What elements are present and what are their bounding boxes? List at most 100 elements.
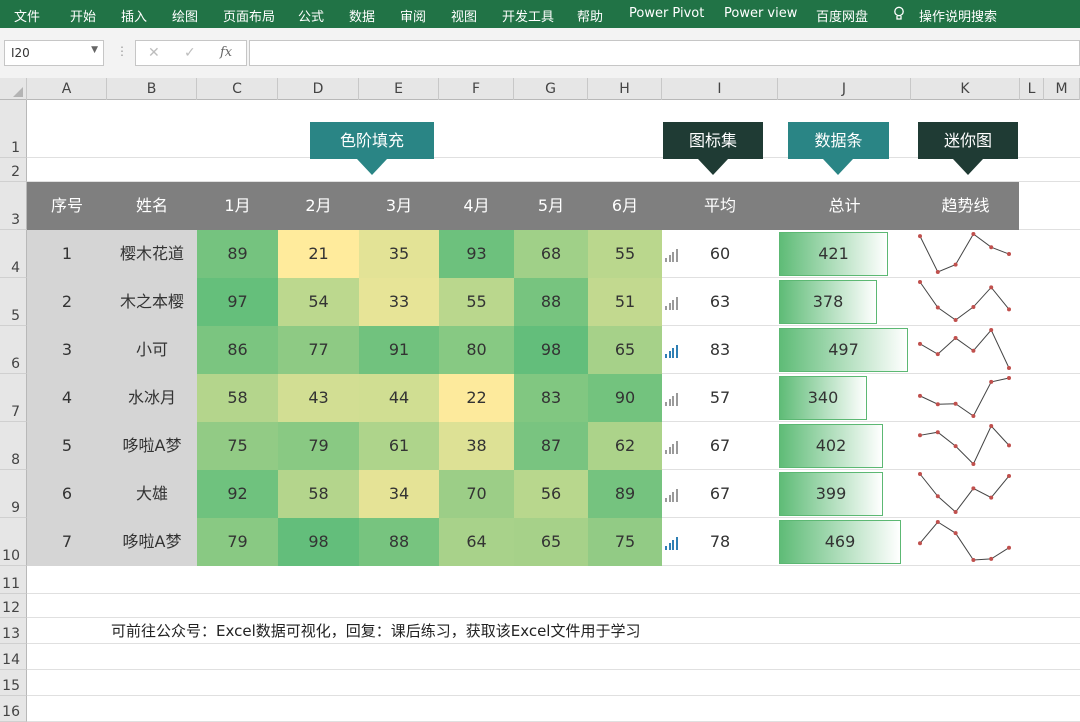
header-cell[interactable]: 趋势线 [911, 182, 1020, 230]
cell-month-score[interactable]: 79 [278, 422, 359, 470]
cell-month-score[interactable]: 22 [439, 374, 514, 422]
cell-index[interactable]: 4 [27, 374, 107, 422]
cell-name[interactable]: 水冰月 [107, 374, 197, 422]
data-bar[interactable]: 497 [779, 328, 908, 372]
row-header-4[interactable]: 4 [0, 230, 27, 278]
data-bar[interactable]: 402 [779, 424, 883, 468]
column-header-a[interactable]: A [27, 78, 107, 100]
sparkline-chart[interactable] [913, 470, 1012, 518]
column-header-l[interactable]: L [1020, 78, 1044, 100]
row-header-2[interactable]: 2 [0, 158, 27, 182]
cell-month-score[interactable]: 44 [359, 374, 439, 422]
row-header-16[interactable]: 16 [0, 696, 27, 722]
cell-month-score[interactable]: 97 [197, 278, 278, 326]
header-cell[interactable]: 1月 [197, 182, 278, 230]
header-cell[interactable]: 4月 [439, 182, 514, 230]
cell-month-score[interactable]: 62 [588, 422, 662, 470]
cell-month-score[interactable]: 90 [588, 374, 662, 422]
cell-month-score[interactable]: 38 [439, 422, 514, 470]
chevron-down-icon[interactable]: ▼ [91, 45, 98, 55]
cell-month-score[interactable]: 70 [439, 470, 514, 518]
insert-function-icon[interactable]: fx [220, 45, 232, 60]
cell-month-score[interactable]: 34 [359, 470, 439, 518]
menu-review[interactable]: 审阅 [400, 6, 426, 25]
cell-month-score[interactable]: 89 [588, 470, 662, 518]
select-all-corner[interactable] [0, 78, 27, 100]
column-header-j[interactable]: J [778, 78, 911, 100]
cell-average[interactable]: 67 [680, 422, 760, 470]
row-header-14[interactable]: 14 [0, 644, 27, 670]
data-bar[interactable]: 469 [779, 520, 901, 564]
cell-month-score[interactable]: 58 [197, 374, 278, 422]
cell-month-score[interactable]: 54 [278, 278, 359, 326]
row-header-6[interactable]: 6 [0, 326, 27, 374]
sparkline-chart[interactable] [913, 422, 1012, 470]
header-cell[interactable]: 总计 [778, 182, 911, 230]
column-header-g[interactable]: G [514, 78, 588, 100]
cell-month-score[interactable]: 58 [278, 470, 359, 518]
header-cell[interactable]: 5月 [514, 182, 588, 230]
menu-file[interactable]: 文件 [14, 6, 40, 25]
cell-index[interactable]: 3 [27, 326, 107, 374]
menu-page-layout[interactable]: 页面布局 [223, 6, 275, 25]
cell-month-score[interactable]: 75 [197, 422, 278, 470]
column-header-e[interactable]: E [359, 78, 439, 100]
cell-month-score[interactable]: 88 [514, 278, 588, 326]
header-cell[interactable]: 2月 [278, 182, 359, 230]
data-bar[interactable]: 378 [779, 280, 877, 324]
menu-insert[interactable]: 插入 [121, 6, 147, 25]
cell-name[interactable]: 小可 [107, 326, 197, 374]
data-bar[interactable]: 421 [779, 232, 888, 276]
cell-name[interactable]: 樱木花道 [107, 230, 197, 278]
cancel-icon[interactable]: ✕ [148, 45, 160, 61]
sparkline-chart[interactable] [913, 374, 1012, 422]
column-header-f[interactable]: F [439, 78, 514, 100]
column-header-k[interactable]: K [911, 78, 1020, 100]
cell-month-score[interactable]: 68 [514, 230, 588, 278]
column-header-h[interactable]: H [588, 78, 662, 100]
cell-month-score[interactable]: 65 [588, 326, 662, 374]
cell-average[interactable]: 78 [680, 518, 760, 566]
column-header-d[interactable]: D [278, 78, 359, 100]
cell-month-score[interactable]: 21 [278, 230, 359, 278]
cell-average[interactable]: 63 [680, 278, 760, 326]
row-header-1[interactable]: 1 [0, 100, 27, 158]
cell-month-score[interactable]: 88 [359, 518, 439, 566]
header-cell[interactable]: 3月 [359, 182, 439, 230]
cell-month-score[interactable]: 35 [359, 230, 439, 278]
cell-index[interactable]: 7 [27, 518, 107, 566]
cell-month-score[interactable]: 83 [514, 374, 588, 422]
menu-home[interactable]: 开始 [70, 6, 96, 25]
cell-month-score[interactable]: 93 [439, 230, 514, 278]
sparkline-chart[interactable] [913, 230, 1012, 278]
row-header-15[interactable]: 15 [0, 670, 27, 696]
cell-month-score[interactable]: 56 [514, 470, 588, 518]
formula-input[interactable] [249, 40, 1080, 66]
cell-month-score[interactable]: 79 [197, 518, 278, 566]
menu-power-view[interactable]: Power view [724, 6, 797, 21]
row-header-8[interactable]: 8 [0, 422, 27, 470]
column-header-i[interactable]: I [662, 78, 778, 100]
row-header-10[interactable]: 10 [0, 518, 27, 566]
header-cell[interactable]: 姓名 [107, 182, 197, 230]
cell-month-score[interactable]: 55 [439, 278, 514, 326]
menu-view[interactable]: 视图 [451, 6, 477, 25]
cell-month-score[interactable]: 89 [197, 230, 278, 278]
menu-baidu-netdisk[interactable]: 百度网盘 [816, 6, 868, 25]
column-header-c[interactable]: C [197, 78, 278, 100]
row-header-5[interactable]: 5 [0, 278, 27, 326]
data-bar[interactable]: 340 [779, 376, 867, 420]
cell-month-score[interactable]: 65 [514, 518, 588, 566]
header-cell[interactable]: 序号 [27, 182, 107, 230]
cell-average[interactable]: 60 [680, 230, 760, 278]
menu-draw[interactable]: 绘图 [172, 6, 198, 25]
cell-month-score[interactable]: 64 [439, 518, 514, 566]
row-header-3[interactable]: 3 [0, 182, 27, 230]
row-header-12[interactable]: 12 [0, 594, 27, 618]
cell-month-score[interactable]: 61 [359, 422, 439, 470]
column-header-m[interactable]: M [1044, 78, 1080, 100]
sparkline-chart[interactable] [913, 326, 1012, 374]
sparkline-chart[interactable] [913, 278, 1012, 326]
cell-average[interactable]: 57 [680, 374, 760, 422]
cell-index[interactable]: 5 [27, 422, 107, 470]
